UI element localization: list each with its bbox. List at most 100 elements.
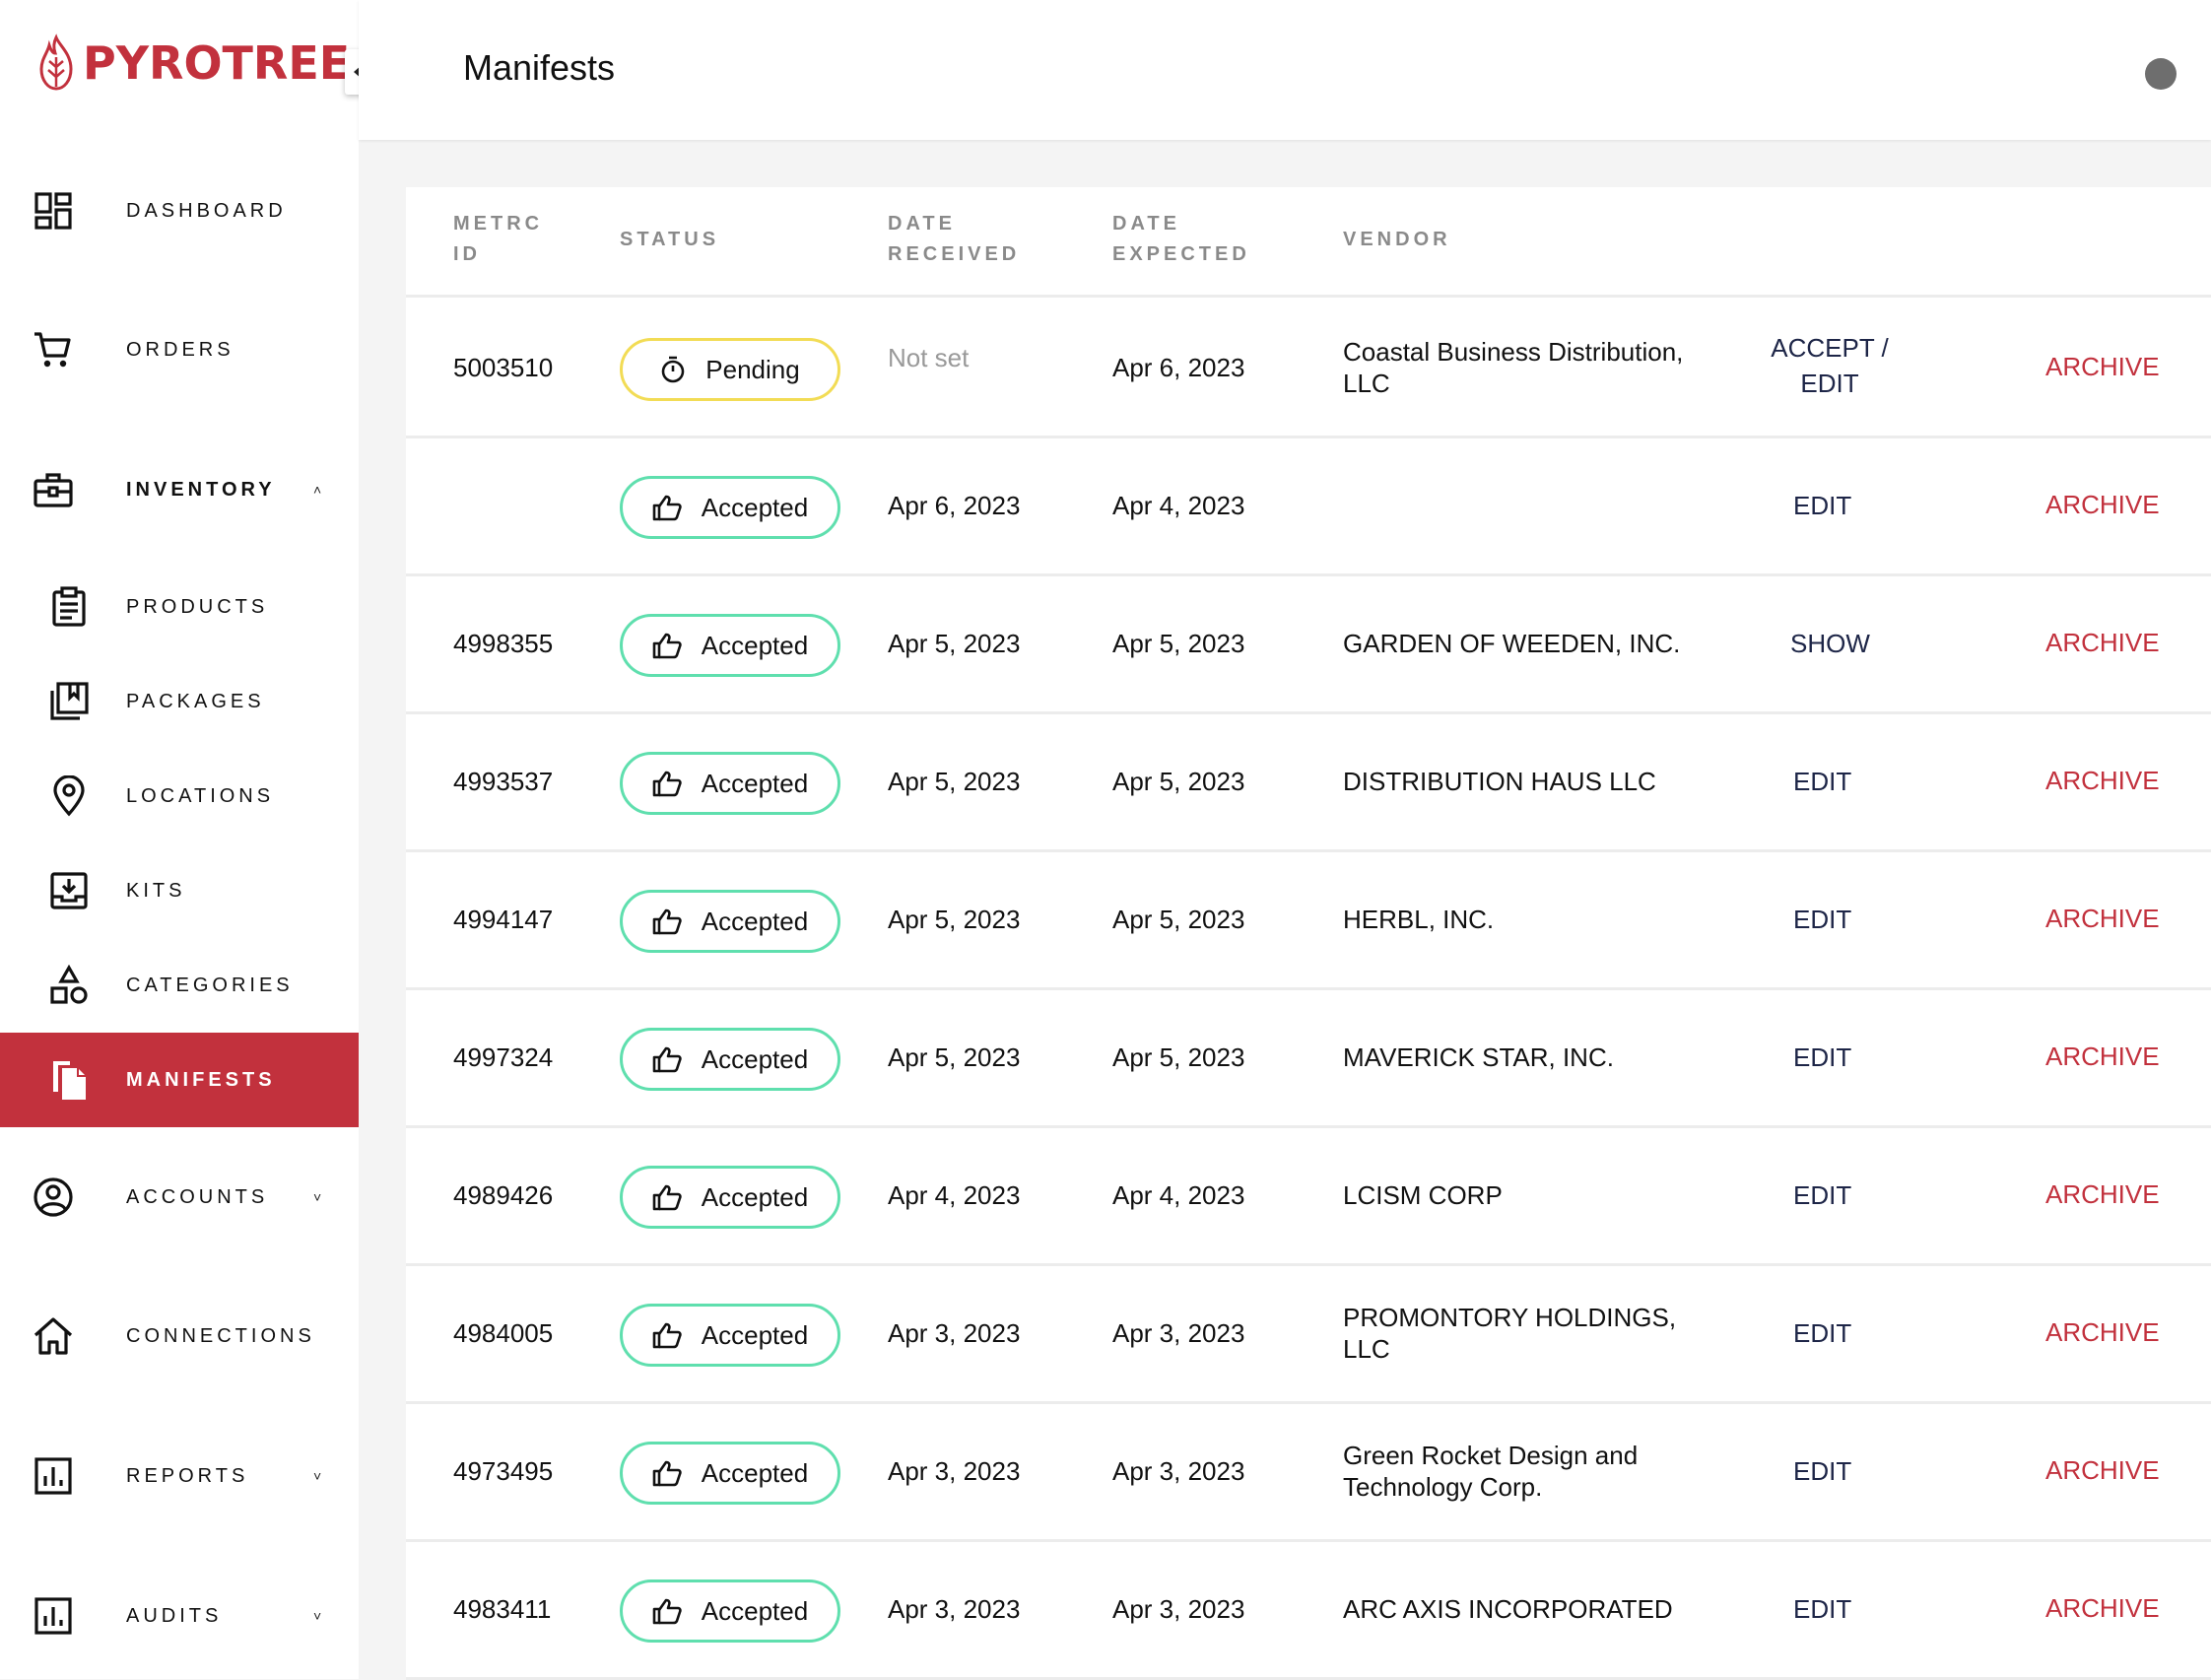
archive-button[interactable]: ARCHIVE bbox=[2045, 1179, 2160, 1210]
vendor-cell: LCISM CORP bbox=[1343, 1179, 1503, 1211]
action-label: EDIT bbox=[1793, 1318, 1852, 1348]
chevron-up-icon[interactable]: ˄ bbox=[313, 482, 321, 498]
sidebar: PYROTREE DASHBOARD ORDERS INVENTORY ˄ PRODUC… bbox=[0, 0, 370, 1679]
sidebar-item-locations[interactable]: LOCATIONS bbox=[0, 749, 359, 843]
table-row[interactable]: 4983411 Accepted Apr 3, 2023 Apr 3, 2023 ARC… bbox=[406, 1542, 2211, 1680]
sidebar-item-packages[interactable]: PACKAGES bbox=[0, 654, 359, 749]
sidebar-item-label: KITS bbox=[126, 879, 186, 902]
archive-button[interactable]: ARCHIVE bbox=[2045, 1593, 2160, 1624]
status-badge-label: Accepted bbox=[701, 1595, 809, 1626]
thumbs-up-icon bbox=[652, 1321, 692, 1349]
column-header-status[interactable]: STATUS bbox=[620, 225, 719, 255]
status-badge-label: Accepted bbox=[701, 1319, 809, 1350]
column-header-metrc-id[interactable]: METRC ID bbox=[453, 209, 543, 270]
edit-button[interactable]: EDIT bbox=[1793, 1177, 1851, 1213]
clipboard-icon bbox=[47, 585, 91, 629]
sidebar-item-connections[interactable]: CONNECTIONS bbox=[0, 1289, 359, 1383]
sidebar-item-products[interactable]: PRODUCTS bbox=[0, 560, 359, 654]
column-header-date-expected-line1: DATE bbox=[1112, 213, 1180, 235]
table-header: METRC ID STATUS DATE RECEIVED DATE EXPEC… bbox=[406, 187, 2211, 298]
table-row[interactable]: 4997324 Accepted Apr 5, 2023 Apr 5, 2023 MAV… bbox=[406, 990, 2211, 1128]
cart-icon bbox=[32, 328, 75, 371]
status-badge: Accepted bbox=[620, 890, 840, 953]
sidebar-item-categories[interactable]: CATEGORIES bbox=[0, 938, 359, 1033]
edit-button[interactable]: EDIT bbox=[1793, 1591, 1851, 1627]
date-received-cell: Not set bbox=[888, 343, 970, 372]
table-row[interactable]: 4984005 Accepted Apr 3, 2023 Apr 3, 2023 PRO… bbox=[406, 1266, 2211, 1404]
sidebar-item-label: LOCATIONS bbox=[126, 784, 275, 807]
archive-button[interactable]: ARCHIVE bbox=[2045, 1317, 2160, 1348]
date-expected-cell: Apr 3, 2023 bbox=[1112, 1594, 1245, 1624]
bar-chart-icon bbox=[32, 1454, 75, 1498]
table-row[interactable]: 4994147 Accepted Apr 5, 2023 Apr 5, 2023 HER… bbox=[406, 852, 2211, 990]
vendor-line: MAVERICK STAR, INC. bbox=[1343, 1042, 1614, 1072]
vendor-line: LLC bbox=[1343, 1334, 1390, 1364]
vendor-cell: MAVERICK STAR, INC. bbox=[1343, 1042, 1614, 1073]
show-button[interactable]: SHOW bbox=[1790, 626, 1870, 661]
user-avatar[interactable] bbox=[2145, 58, 2177, 90]
action-label: EDIT bbox=[1793, 1594, 1852, 1624]
status-badge-label: Accepted bbox=[701, 1043, 809, 1074]
archive-button[interactable]: ARCHIVE bbox=[2045, 904, 2160, 934]
column-header-date-received-line2: RECEIVED bbox=[888, 243, 1021, 265]
column-header-date-expected[interactable]: DATE EXPECTED bbox=[1112, 209, 1250, 270]
edit-button[interactable]: EDIT bbox=[1793, 1040, 1851, 1075]
status-badge: Pending bbox=[620, 338, 840, 401]
vendor-line: Technology Corp. bbox=[1343, 1472, 1543, 1502]
tray-download-icon bbox=[47, 869, 91, 912]
thumbs-up-icon bbox=[652, 1459, 692, 1487]
sidebar-item-accounts[interactable]: ACCOUNTS ˅ bbox=[0, 1150, 359, 1244]
sidebar-item-inventory[interactable]: INVENTORY ˄ bbox=[0, 442, 359, 537]
vendor-cell: ARC AXIS INCORPORATED bbox=[1343, 1593, 1673, 1625]
sidebar-item-dashboard[interactable]: DASHBOARD bbox=[0, 164, 359, 258]
table-row[interactable]: 4993537 Accepted Apr 5, 2023 Apr 5, 2023 DIS… bbox=[406, 714, 2211, 852]
table-row[interactable]: 4989426 Accepted Apr 4, 2023 Apr 4, 2023 LCI… bbox=[406, 1128, 2211, 1266]
accept-edit-button[interactable]: ACCEPT / EDIT bbox=[1756, 330, 1904, 401]
status-badge: Accepted bbox=[620, 1166, 840, 1229]
sidebar-item-reports[interactable]: REPORTS ˅ bbox=[0, 1429, 359, 1523]
chevron-down-icon[interactable]: ˅ bbox=[313, 1189, 321, 1205]
archive-button[interactable]: ARCHIVE bbox=[2045, 1455, 2160, 1486]
thumbs-up-icon bbox=[652, 494, 692, 521]
sidebar-item-label: DASHBOARD bbox=[126, 199, 287, 222]
edit-button[interactable]: EDIT bbox=[1793, 764, 1851, 799]
archive-button[interactable]: ARCHIVE bbox=[2045, 766, 2160, 796]
vendor-cell: GARDEN OF WEEDEN, INC. bbox=[1343, 628, 1680, 659]
sidebar-item-audits[interactable]: AUDITS ˅ bbox=[0, 1569, 359, 1663]
status-badge: Accepted bbox=[620, 752, 840, 815]
sidebar-item-orders[interactable]: ORDERS bbox=[0, 302, 359, 397]
column-header-date-received[interactable]: DATE RECEIVED bbox=[888, 209, 1020, 270]
archive-button[interactable]: ARCHIVE bbox=[2045, 352, 2160, 382]
action-label: EDIT bbox=[1793, 491, 1852, 520]
date-expected-cell: Apr 5, 2023 bbox=[1112, 767, 1245, 796]
chevron-down-icon[interactable]: ˅ bbox=[313, 1468, 321, 1484]
archive-button[interactable]: ARCHIVE bbox=[2045, 1042, 2160, 1072]
documents-icon bbox=[47, 1058, 91, 1102]
date-received-cell: Apr 3, 2023 bbox=[888, 1456, 1021, 1486]
thumbs-up-icon bbox=[652, 1597, 692, 1625]
archive-button[interactable]: ARCHIVE bbox=[2045, 628, 2160, 658]
table-row[interactable]: 4973495 Accepted Apr 3, 2023 Apr 3, 2023 Gre… bbox=[406, 1404, 2211, 1542]
date-received-cell: Apr 3, 2023 bbox=[888, 1318, 1021, 1348]
archive-button[interactable]: ARCHIVE bbox=[2045, 490, 2160, 520]
brand-logo[interactable]: PYROTREE bbox=[35, 34, 350, 93]
table-row[interactable]: 5003510 Pending Not set Apr 6, 2023 Coastal … bbox=[406, 301, 2211, 438]
edit-button[interactable]: EDIT bbox=[1793, 1453, 1851, 1489]
manifests-table: METRC ID STATUS DATE RECEIVED DATE EXPEC… bbox=[406, 187, 2211, 1680]
table-row[interactable]: 4998355 Accepted Apr 5, 2023 Apr 5, 2023 GAR… bbox=[406, 576, 2211, 714]
metrc-id-cell: 4989426 bbox=[453, 1180, 554, 1210]
edit-button[interactable]: EDIT bbox=[1793, 902, 1851, 937]
table-row[interactable]: Accepted Apr 6, 2023 Apr 4, 2023 EDIT ARCHIV… bbox=[406, 438, 2211, 576]
sidebar-item-manifests[interactable]: MANIFESTS bbox=[0, 1033, 359, 1127]
status-badge-label: Accepted bbox=[701, 1457, 809, 1488]
metrc-id-cell: 4994147 bbox=[453, 905, 554, 934]
sidebar-item-kits[interactable]: KITS bbox=[0, 843, 359, 938]
column-header-vendor[interactable]: VENDOR bbox=[1343, 225, 1451, 255]
chevron-down-icon[interactable]: ˅ bbox=[313, 1608, 321, 1624]
edit-button[interactable]: EDIT bbox=[1793, 488, 1851, 523]
date-expected-cell: Apr 5, 2023 bbox=[1112, 1042, 1245, 1072]
home-icon bbox=[32, 1314, 75, 1358]
edit-button[interactable]: EDIT bbox=[1793, 1315, 1851, 1351]
thumbs-up-icon bbox=[652, 1045, 692, 1073]
date-expected-cell: Apr 5, 2023 bbox=[1112, 905, 1245, 934]
